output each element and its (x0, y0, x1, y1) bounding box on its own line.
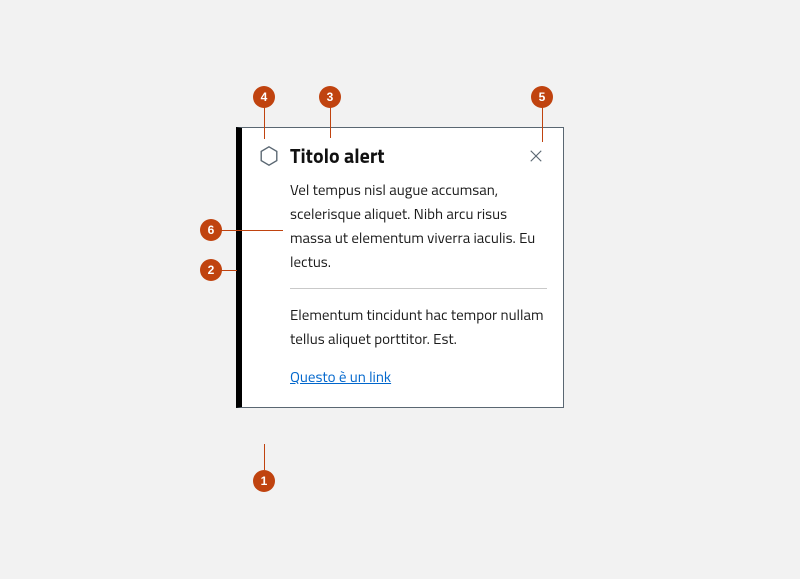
divider (290, 288, 547, 289)
connector-3 (330, 107, 331, 138)
connector-6 (221, 230, 283, 231)
close-icon (527, 147, 545, 165)
close-button[interactable] (525, 145, 547, 167)
alert-paragraph-1: Vel tempus nisl augue accumsan, sceleris… (290, 178, 547, 274)
alert-card: Titolo alert Vel tempus nisl augue accum… (236, 127, 564, 408)
hexagon-icon (258, 145, 280, 167)
connector-1 (264, 444, 265, 470)
annotation-2: 2 (200, 259, 222, 281)
alert-body: Vel tempus nisl augue accumsan, sceleris… (242, 178, 563, 407)
annotation-5: 5 (531, 86, 553, 108)
alert-link[interactable]: Questo è un link (290, 365, 391, 389)
connector-5 (542, 107, 543, 142)
annotation-4: 4 (253, 86, 275, 108)
annotation-3: 3 (319, 86, 341, 108)
canvas: Titolo alert Vel tempus nisl augue accum… (0, 0, 800, 579)
alert-header: Titolo alert (242, 128, 563, 178)
alert-title: Titolo alert (290, 144, 525, 168)
annotation-1: 1 (253, 470, 275, 492)
connector-4 (264, 107, 265, 139)
alert-paragraph-2: Elementum tincidunt hac tempor nullam te… (290, 303, 547, 351)
connector-2 (221, 270, 237, 271)
annotation-6: 6 (200, 219, 222, 241)
